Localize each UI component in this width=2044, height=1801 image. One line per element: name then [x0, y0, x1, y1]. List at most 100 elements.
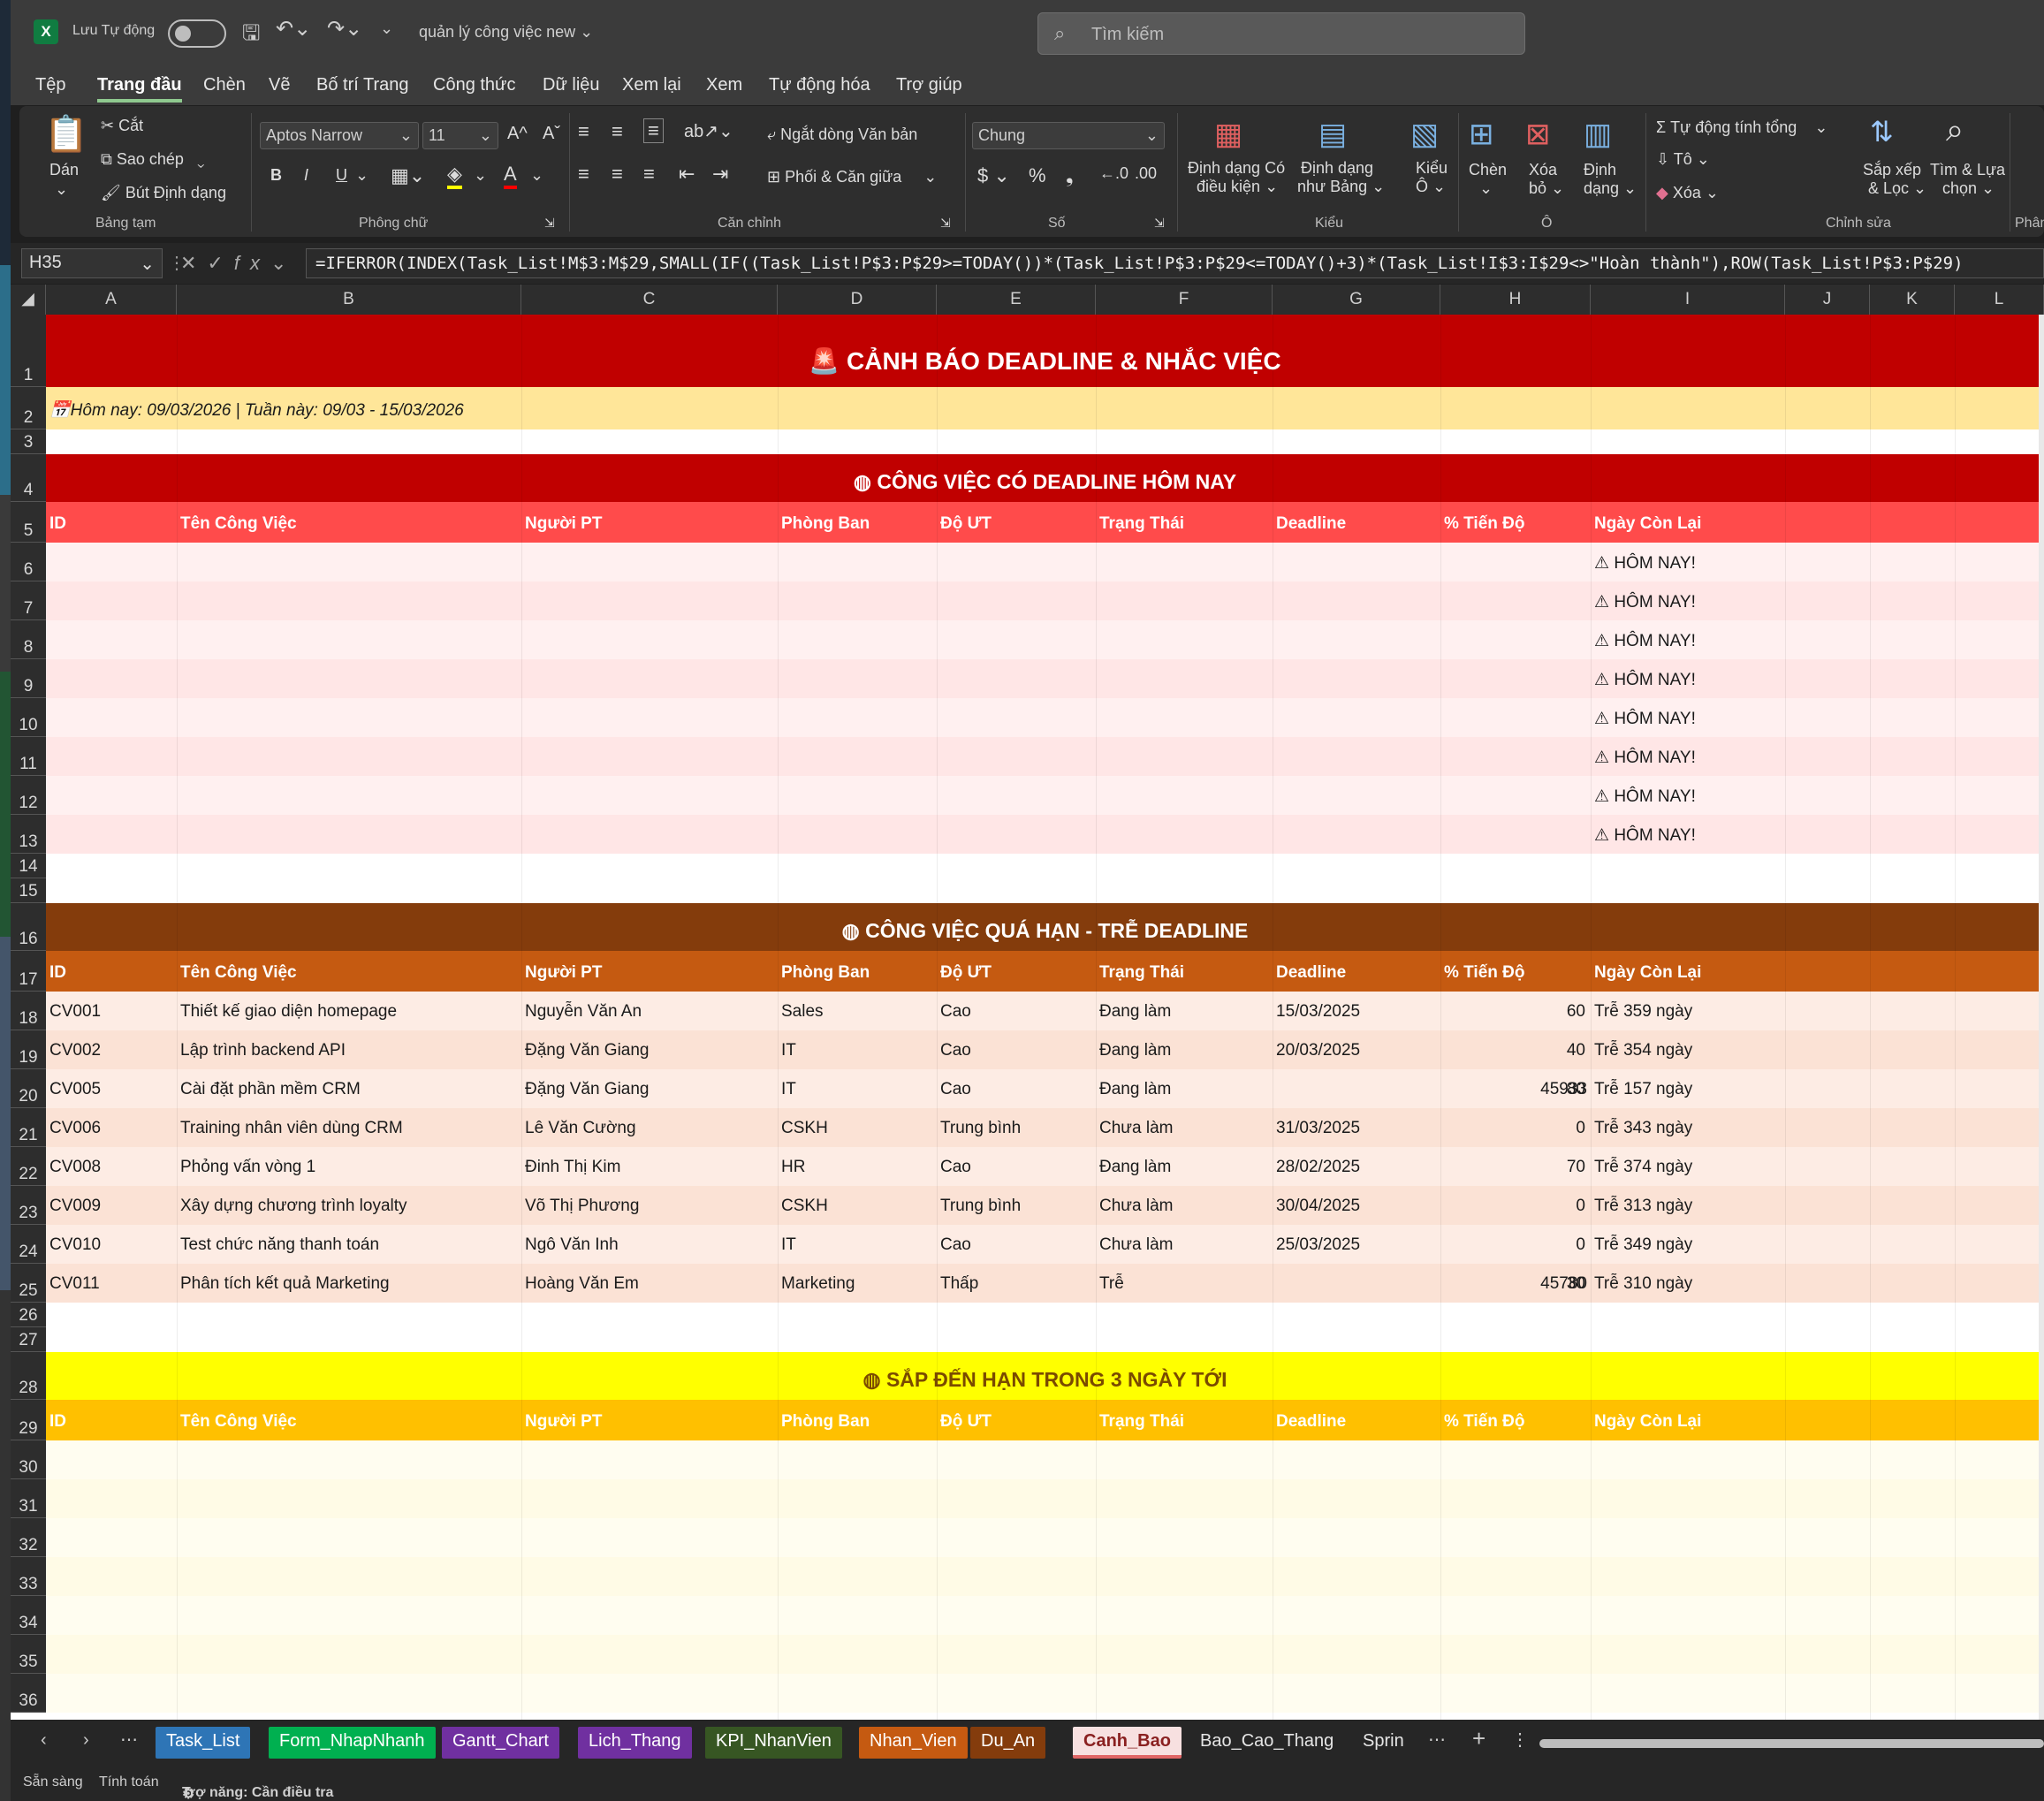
row-header[interactable]: 15: [11, 878, 46, 903]
percent-icon[interactable]: %: [1029, 164, 1046, 187]
menu-view[interactable]: Xem: [706, 75, 742, 95]
row-header[interactable]: 21: [11, 1108, 46, 1147]
borders-icon[interactable]: ▦⌄: [391, 164, 425, 187]
prev-sheet-icon[interactable]: ‹: [41, 1730, 47, 1751]
fill-button[interactable]: ⇩ Tô ⌄: [1656, 150, 1710, 169]
conditional-formatting-button[interactable]: Định dạng Có điều kiện ⌄: [1188, 159, 1285, 196]
increase-decimal-icon[interactable]: ←.0: [1099, 164, 1128, 183]
status-calculate[interactable]: Tính toán: [99, 1774, 159, 1790]
font-dialog-launcher-icon[interactable]: ⇲: [544, 216, 555, 231]
row-header[interactable]: 11: [11, 737, 46, 776]
paste-dropdown-icon[interactable]: ⌄: [55, 180, 68, 199]
row-header[interactable]: 31: [11, 1479, 46, 1518]
formula-input[interactable]: =IFERROR(INDEX(Task_List!M$3:M$29,SMALL(…: [306, 248, 2044, 278]
tab-sprin[interactable]: Sprin: [1352, 1727, 1415, 1759]
font-size-select[interactable]: 11 ⌄: [422, 122, 498, 149]
paste-icon[interactable]: 📋: [44, 113, 88, 155]
vertical-scrollbar[interactable]: [2039, 315, 2044, 1720]
row-header[interactable]: 4: [11, 454, 46, 502]
row-header[interactable]: 5: [11, 502, 46, 543]
row-header[interactable]: 2: [11, 387, 46, 429]
align-middle-icon[interactable]: ≡: [612, 120, 623, 143]
autosave-toggle[interactable]: [168, 19, 226, 48]
row-header[interactable]: 19: [11, 1030, 46, 1069]
search-box[interactable]: ⌕ Tìm kiếm: [1037, 12, 1525, 55]
find-select-button[interactable]: Tìm & Lựa chọn ⌄: [1930, 161, 2005, 198]
currency-icon[interactable]: $ ⌄: [977, 164, 1010, 187]
align-bottom-icon[interactable]: ≡: [643, 118, 664, 143]
row-header[interactable]: 18: [11, 992, 46, 1030]
align-top-icon[interactable]: ≡: [578, 120, 589, 143]
italic-button[interactable]: I: [304, 166, 308, 185]
bold-button[interactable]: B: [270, 166, 282, 185]
tab-gantt-chart[interactable]: Gantt_Chart: [442, 1727, 559, 1759]
merge-center-button[interactable]: ⊞ Phối & Căn giữa ⌄: [767, 168, 937, 186]
menu-review[interactable]: Xem lại: [622, 75, 681, 95]
next-sheet-icon[interactable]: ›: [83, 1730, 89, 1751]
menu-insert[interactable]: Chèn: [203, 75, 246, 95]
cell-styles-button[interactable]: Kiểu Ô ⌄: [1416, 159, 1448, 196]
format-painter-button[interactable]: 🖌 Bút Định dạng: [101, 184, 226, 202]
row-header[interactable]: 27: [11, 1327, 46, 1352]
row-header[interactable]: 35: [11, 1635, 46, 1674]
tab-canh-bao[interactable]: Canh_Bao: [1073, 1727, 1182, 1759]
tab-kpi-nhanvien[interactable]: KPI_NhanVien: [705, 1727, 842, 1759]
fill-color-dropdown-icon[interactable]: ⌄: [474, 166, 487, 185]
row-header[interactable]: 3: [11, 429, 46, 454]
row-header[interactable]: 30: [11, 1440, 46, 1479]
document-title[interactable]: quản lý công việc new ⌄: [419, 23, 593, 42]
align-center-icon[interactable]: ≡: [612, 163, 623, 186]
row-header[interactable]: 22: [11, 1147, 46, 1186]
decrease-indent-icon[interactable]: ⇤: [679, 163, 695, 186]
column-header[interactable]: A: [46, 285, 177, 315]
row-header[interactable]: 12: [11, 776, 46, 815]
fill-color-icon[interactable]: ◈: [447, 163, 462, 189]
row-header[interactable]: 9: [11, 659, 46, 698]
menu-page-layout[interactable]: Bố trí Trang: [316, 75, 409, 95]
redo-icon[interactable]: ↷⌄: [327, 16, 362, 42]
row-header[interactable]: 33: [11, 1557, 46, 1596]
underline-button[interactable]: U: [336, 166, 347, 185]
column-header[interactable]: E: [937, 285, 1096, 315]
add-sheet-icon[interactable]: +: [1472, 1725, 1486, 1752]
more-tabs-icon[interactable]: ⋯: [1428, 1729, 1446, 1751]
select-all-corner[interactable]: ◢: [11, 285, 46, 315]
customize-qat-icon[interactable]: ⌄: [380, 19, 393, 38]
row-header[interactable]: 16: [11, 903, 46, 951]
align-left-icon[interactable]: ≡: [578, 163, 589, 186]
underline-dropdown-icon[interactable]: ⌄: [355, 166, 369, 185]
alignment-dialog-launcher-icon[interactable]: ⇲: [940, 216, 951, 231]
number-format-select[interactable]: Chung ⌄: [972, 122, 1165, 149]
tab-nhan-vien[interactable]: Nhan_Vien: [859, 1727, 968, 1759]
font-color-icon[interactable]: A: [504, 163, 517, 189]
tab-bao-cao-thang[interactable]: Bao_Cao_Thang: [1189, 1727, 1344, 1759]
column-header[interactable]: D: [778, 285, 937, 315]
delete-cells-button[interactable]: Xóa bỏ ⌄: [1529, 161, 1564, 198]
menu-home[interactable]: Trang đầu: [97, 75, 182, 103]
format-as-table-button[interactable]: Định dạng như Bảng ⌄: [1297, 159, 1385, 196]
column-header[interactable]: I: [1591, 285, 1785, 315]
row-header[interactable]: 23: [11, 1186, 46, 1225]
column-header[interactable]: L: [1955, 285, 2044, 315]
cut-button[interactable]: ✂ Cắt: [101, 117, 143, 135]
row-header[interactable]: 13: [11, 815, 46, 854]
row-header[interactable]: 14: [11, 854, 46, 878]
formula-buttons[interactable]: ✕✓fx⌄: [180, 252, 297, 275]
column-header[interactable]: F: [1096, 285, 1273, 315]
sort-filter-button[interactable]: Sắp xếp & Lọc ⌄: [1863, 161, 1926, 198]
decrease-decimal-icon[interactable]: .00: [1135, 164, 1157, 183]
worksheet-grid[interactable]: 1 2 3 4 5 6 7 8 9 10 11 12 13 14 15 16 17 18 19 20 21 22 23 24 2…: [11, 315, 2044, 1720]
column-header[interactable]: G: [1273, 285, 1440, 315]
column-header[interactable]: B: [177, 285, 521, 315]
tab-options-icon[interactable]: ⋮: [1511, 1729, 1529, 1751]
font-name-select[interactable]: Aptos Narrow ⌄: [260, 122, 419, 149]
comma-style-icon[interactable]: ❟: [1066, 164, 1074, 187]
save-icon[interactable]: 🖫: [242, 18, 260, 54]
row-header[interactable]: 34: [11, 1596, 46, 1635]
font-color-dropdown-icon[interactable]: ⌄: [530, 166, 543, 185]
column-header[interactable]: J: [1785, 285, 1870, 315]
column-header[interactable]: C: [521, 285, 778, 315]
row-header[interactable]: 20: [11, 1069, 46, 1108]
shrink-font-icon[interactable]: Aˇ: [543, 124, 560, 144]
name-box[interactable]: H35 ⌄: [21, 248, 163, 278]
